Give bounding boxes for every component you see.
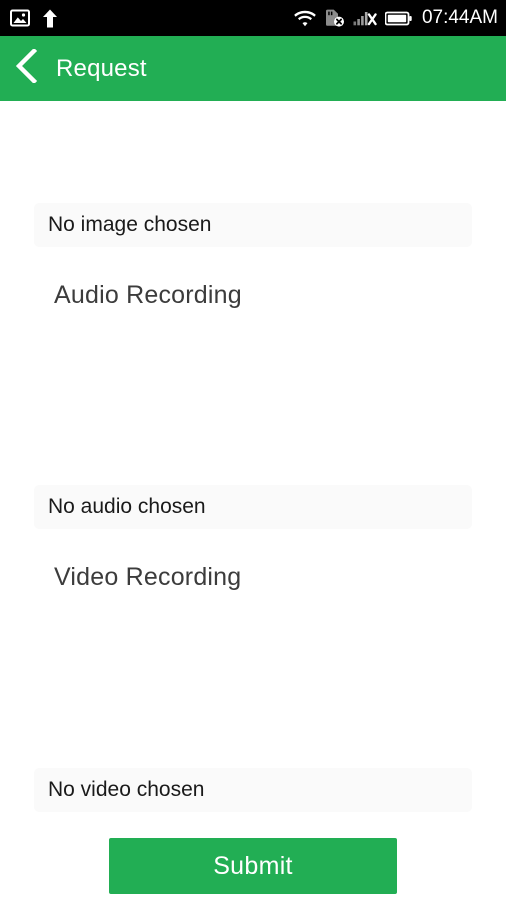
status-bar-clock: 07:44AM — [421, 7, 498, 28]
form-content: No image chosen Audio Recording No audio… — [0, 101, 506, 900]
audio-recording-label: Audio Recording — [54, 281, 242, 309]
video-recording-label: Video Recording — [54, 563, 242, 591]
signal-off-icon — [353, 9, 377, 27]
screen-request: 07:44AM Request No image chosen Audio Re… — [0, 0, 506, 900]
back-button[interactable] — [0, 36, 52, 101]
audio-status-field[interactable]: No audio chosen — [34, 485, 472, 529]
audio-player-area[interactable] — [0, 323, 506, 483]
wifi-icon — [294, 10, 316, 27]
status-bar-right-icons: 07:44AM — [294, 7, 498, 29]
image-icon — [10, 9, 30, 27]
upload-arrow-icon — [42, 9, 58, 28]
battery-icon — [384, 11, 412, 26]
page-title: Request — [56, 54, 147, 82]
image-status-field[interactable]: No image chosen — [34, 203, 472, 247]
app-bar: Request — [0, 36, 506, 101]
video-status-text: No video chosen — [48, 778, 205, 801]
status-bar-left-icons — [10, 9, 58, 28]
submit-button[interactable]: Submit — [109, 838, 397, 894]
sd-card-off-icon — [324, 9, 345, 28]
chevron-left-icon — [15, 47, 38, 88]
status-bar: 07:44AM — [0, 0, 506, 36]
video-status-field[interactable]: No video chosen — [34, 768, 472, 812]
image-status-text: No image chosen — [48, 213, 212, 236]
audio-status-text: No audio chosen — [48, 495, 206, 518]
video-player-area[interactable] — [0, 605, 506, 765]
